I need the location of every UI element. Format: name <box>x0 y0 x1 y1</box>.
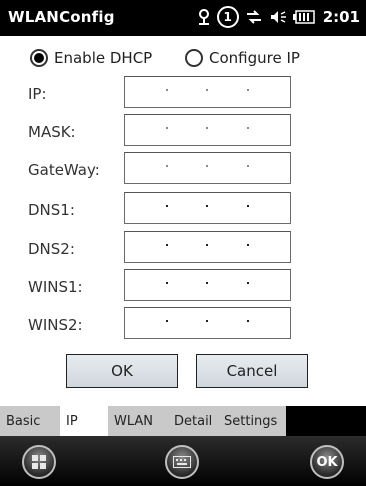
keyboard-icon[interactable] <box>165 445 199 479</box>
configure-ip-label: Configure IP <box>209 49 300 67</box>
notification-badge-icon[interactable]: 1 <box>216 6 239 28</box>
mask-label: MASK: <box>28 123 76 141</box>
wins1-input[interactable] <box>124 269 291 301</box>
enable-dhcp-label: Enable DHCP <box>54 49 153 67</box>
radio-unselected-icon <box>185 49 203 67</box>
enable-dhcp-radio[interactable]: Enable DHCP <box>30 49 152 67</box>
ok-button[interactable]: OK <box>66 354 178 388</box>
battery-icon[interactable] <box>292 10 315 24</box>
ip-input[interactable] <box>124 76 291 108</box>
wins2-input[interactable] <box>124 307 291 339</box>
windows-start-icon[interactable] <box>22 445 56 479</box>
tab-detail[interactable]: Detail <box>168 406 218 436</box>
window-title: WLANConfig <box>8 8 115 26</box>
title-bar: WLANConfig 1 2:01 <box>0 0 366 36</box>
gateway-label: GateWay: <box>28 161 100 179</box>
wins1-label: WINS1: <box>28 278 83 296</box>
ok-icon[interactable]: OK <box>310 445 344 479</box>
tab-basic[interactable]: Basic <box>0 406 60 436</box>
clock[interactable]: 2:01 <box>323 8 360 26</box>
wins2-label: WINS2: <box>28 316 83 334</box>
connectivity-icon[interactable] <box>197 8 211 26</box>
cancel-button[interactable]: Cancel <box>196 354 308 388</box>
volume-icon[interactable] <box>269 9 287 25</box>
radio-selected-icon <box>30 49 48 67</box>
ip-label: IP: <box>28 85 47 103</box>
tab-ip[interactable]: IP <box>60 406 108 436</box>
network-arrows-icon[interactable] <box>245 9 263 25</box>
bottom-bar: OK <box>0 436 366 486</box>
tab-wlan[interactable]: WLAN <box>108 406 168 436</box>
tab-settings[interactable]: Settings <box>218 406 286 436</box>
configure-ip-radio[interactable]: Configure IP <box>185 49 300 67</box>
dns2-input[interactable] <box>124 231 291 263</box>
mask-input[interactable] <box>124 114 291 146</box>
dns1-input[interactable] <box>124 192 291 224</box>
dns2-label: DNS2: <box>28 240 75 258</box>
ip-settings-panel: Enable DHCP Configure IP IP: MASK: GateW… <box>0 36 366 406</box>
gateway-input[interactable] <box>124 152 291 184</box>
status-area: 1 2:01 <box>197 6 360 28</box>
dns1-label: DNS1: <box>28 201 75 219</box>
tab-bar: Basic IP WLAN Detail Settings <box>0 406 366 436</box>
